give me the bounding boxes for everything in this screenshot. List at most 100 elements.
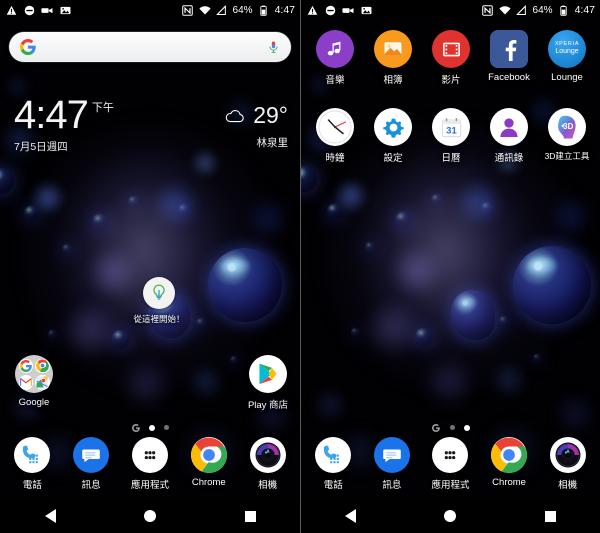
recents-square-icon — [544, 510, 556, 522]
app-3d-creator[interactable]: 3D 3D建立工具 — [539, 108, 595, 162]
calendar-icon: 31 — [432, 108, 470, 146]
camera-lens-icon — [249, 437, 286, 473]
warning-icon — [5, 4, 17, 16]
app-play-store[interactable]: Play 商店 — [240, 355, 296, 411]
xperia-lounge-icon: XPERIA Lounge — [548, 30, 586, 68]
app-label-contacts: 通訊錄 — [494, 153, 524, 164]
do-not-disturb-icon — [23, 4, 35, 16]
video-camera-icon — [342, 4, 354, 16]
page-indicator-right[interactable] — [301, 423, 600, 432]
page-indicator-left[interactable] — [0, 423, 300, 432]
calendar-day-number: 31 — [446, 125, 457, 136]
dock-label-chrome: Chrome — [191, 477, 226, 488]
facebook-icon — [490, 30, 528, 68]
nav-back-button[interactable] — [29, 499, 71, 533]
dock-label-app-drawer: 應用程式 — [130, 480, 169, 491]
do-not-disturb-icon — [324, 4, 336, 16]
dock-label-messages: 訊息 — [81, 480, 101, 491]
dock-item-chrome[interactable]: Chrome — [482, 437, 536, 488]
chrome-icon — [491, 437, 528, 473]
3d-creator-head-icon: 3D — [548, 108, 586, 146]
app-music[interactable]: 音樂 — [307, 30, 363, 86]
app-video[interactable]: 影片 — [423, 30, 479, 86]
dock-label-camera: 相機 — [558, 480, 578, 491]
page-dot-1[interactable] — [449, 425, 455, 430]
dock-item-chrome[interactable]: Chrome — [182, 437, 236, 488]
status-bar-left-icons — [5, 4, 71, 16]
temperature-label: 29° — [253, 102, 288, 128]
dock-item-app-drawer[interactable]: 應用程式 — [423, 437, 477, 491]
app-clock[interactable]: 時鐘 — [307, 108, 363, 164]
status-bar: 64% 4:47 — [301, 0, 600, 20]
google-g-icon — [20, 39, 36, 55]
google-feed-dot-icon[interactable] — [432, 423, 441, 432]
page-dot-2[interactable] — [164, 425, 169, 430]
battery-percent-label: 64% — [532, 4, 553, 16]
photo-album-icon — [374, 30, 412, 68]
start-here-shortcut[interactable]: 從這裡開始！ — [129, 277, 189, 325]
dock-item-messages[interactable]: 訊息 — [64, 437, 118, 491]
app-label-video: 影片 — [441, 75, 461, 86]
clock-icon — [316, 108, 354, 146]
nav-back-button[interactable] — [330, 499, 372, 533]
dock-item-camera[interactable]: 相機 — [541, 437, 595, 491]
weather-widget[interactable]: 29° 林泉里 — [224, 102, 288, 150]
folder-google-label: Google — [18, 397, 50, 408]
dock-label-camera: 相機 — [258, 480, 278, 491]
dock-item-phone[interactable]: 電話 — [306, 437, 360, 491]
battery-icon — [558, 4, 570, 16]
location-label: 林泉里 — [256, 137, 289, 149]
google-feed-dot-icon[interactable] — [131, 423, 140, 432]
dock-label-app-drawer: 應用程式 — [431, 480, 470, 491]
app-label-settings: 設定 — [383, 153, 403, 164]
dock-label-messages: 訊息 — [382, 480, 402, 491]
dock-left: 電話 訊息 應用程式 Chrome 相機 — [0, 437, 300, 493]
creator-3d-text: 3D — [563, 122, 573, 131]
google-icon — [18, 358, 34, 374]
screenshot-icon — [360, 4, 372, 16]
app-label-album: 相簿 — [383, 75, 403, 86]
app-contacts[interactable]: 通訊錄 — [481, 108, 537, 164]
film-strip-icon — [432, 30, 470, 68]
page-dot-2[interactable] — [463, 424, 470, 431]
recents-square-icon — [244, 510, 256, 522]
app-calendar[interactable]: 31 日曆 — [423, 108, 479, 164]
nav-recents-button[interactable] — [229, 499, 271, 533]
clock-time: 4:47 — [14, 93, 89, 137]
chrome-icon — [190, 437, 227, 473]
dual-screenshot-container: 64% 4:47 4:47 下午 7月5日週四 29° 林泉里 從這裡開始！ G… — [0, 0, 600, 533]
play-store-label: Play 商店 — [247, 400, 289, 411]
screenshot-icon — [59, 4, 71, 16]
app-settings[interactable]: 設定 — [365, 108, 421, 164]
maps-icon — [34, 374, 50, 390]
lounge-text-lounge: Lounge — [555, 48, 579, 56]
dock-item-phone[interactable]: 電話 — [5, 437, 59, 491]
page-dot-1[interactable] — [149, 424, 155, 431]
dock-item-app-drawer[interactable]: 應用程式 — [123, 437, 177, 491]
app-album[interactable]: 相簿 — [365, 30, 421, 86]
status-bar: 64% 4:47 — [0, 0, 300, 20]
messages-bubble-icon — [373, 437, 410, 473]
app-facebook[interactable]: Facebook — [481, 30, 537, 83]
dock-label-chrome: Chrome — [492, 477, 526, 488]
weather-top-row: 29° — [224, 102, 288, 129]
home-circle-icon — [144, 510, 156, 522]
shortcut-label: 從這裡開始！ — [133, 314, 185, 324]
chrome-icon — [34, 358, 50, 374]
dock-item-camera[interactable]: 相機 — [241, 437, 295, 491]
nav-home-button[interactable] — [429, 499, 471, 533]
folder-google[interactable]: Google — [6, 355, 62, 408]
phone-dialpad-icon — [315, 437, 352, 473]
google-search-bar[interactable] — [9, 32, 291, 62]
play-store-icon — [249, 355, 287, 393]
status-bar-left-icons — [306, 4, 372, 16]
wifi-icon — [198, 4, 211, 16]
app-xperia-lounge[interactable]: XPERIA Lounge Lounge — [539, 30, 595, 83]
nav-home-button[interactable] — [129, 499, 171, 533]
dock-right: 電話 訊息 應用程式 Chrome 相機 — [301, 437, 600, 493]
microphone-icon[interactable] — [267, 39, 280, 55]
nav-recents-button[interactable] — [529, 499, 571, 533]
cloud-icon — [224, 109, 246, 123]
dock-item-messages[interactable]: 訊息 — [365, 437, 419, 491]
clock-weather-widget[interactable]: 4:47 下午 7月5日週四 29° 林泉里 — [14, 93, 290, 154]
